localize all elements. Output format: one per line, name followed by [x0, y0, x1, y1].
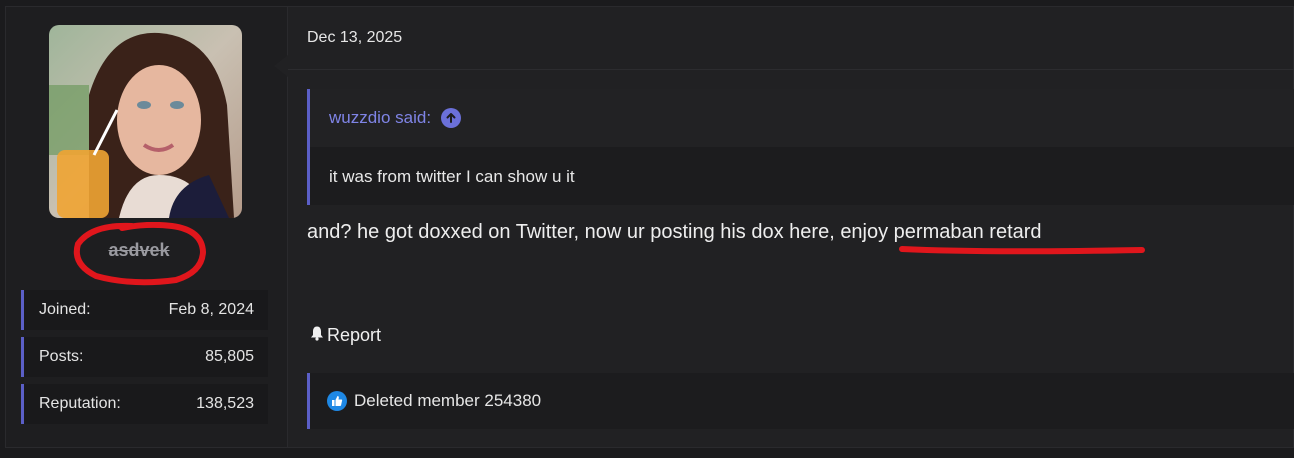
stat-value: 85,805	[205, 348, 254, 365]
stat-label: Reputation:	[39, 395, 121, 412]
avatar[interactable]	[49, 25, 242, 218]
bell-icon	[309, 325, 325, 346]
stat-value: 138,523	[196, 395, 254, 412]
quote-author[interactable]: wuzzdio said:	[329, 108, 431, 128]
user-sidebar: asdvek Joined: Feb 8, 2024 Posts: 85,805…	[6, 7, 288, 447]
stat-reputation: Reputation: 138,523	[21, 384, 268, 424]
stat-value: Feb 8, 2024	[168, 301, 254, 318]
report-label: Report	[327, 325, 382, 345]
reaction-member[interactable]: Deleted member 254380	[354, 391, 541, 411]
stat-joined: Joined: Feb 8, 2024	[21, 290, 268, 330]
stat-label: Joined:	[39, 301, 91, 318]
quote-block: wuzzdio said: it was from twitter I can …	[307, 89, 1294, 205]
avatar-image	[49, 25, 242, 218]
page: asdvek Joined: Feb 8, 2024 Posts: 85,805…	[0, 0, 1294, 458]
thumbs-up-icon[interactable]	[327, 391, 347, 411]
quote-text: it was from twitter I can show u it	[329, 167, 575, 186]
red-underline-annotation	[899, 246, 1145, 255]
divider	[288, 69, 1294, 70]
reactions-bar: Deleted member 254380	[307, 373, 1294, 429]
red-circle-annotation	[73, 222, 206, 286]
stat-posts: Posts: 85,805	[21, 337, 268, 377]
post: asdvek Joined: Feb 8, 2024 Posts: 85,805…	[5, 6, 1294, 448]
quote-header[interactable]: wuzzdio said:	[310, 89, 1294, 147]
post-date[interactable]: Dec 13, 2025	[307, 29, 402, 47]
message-text: and? he got doxxed on Twitter, now ur po…	[307, 221, 841, 243]
stat-label: Posts:	[39, 348, 84, 365]
username-area: asdvek	[72, 222, 206, 286]
post-arrow	[274, 55, 288, 77]
arrow-up-circle-icon[interactable]	[441, 108, 462, 128]
report-button[interactable]: Report	[309, 325, 381, 346]
